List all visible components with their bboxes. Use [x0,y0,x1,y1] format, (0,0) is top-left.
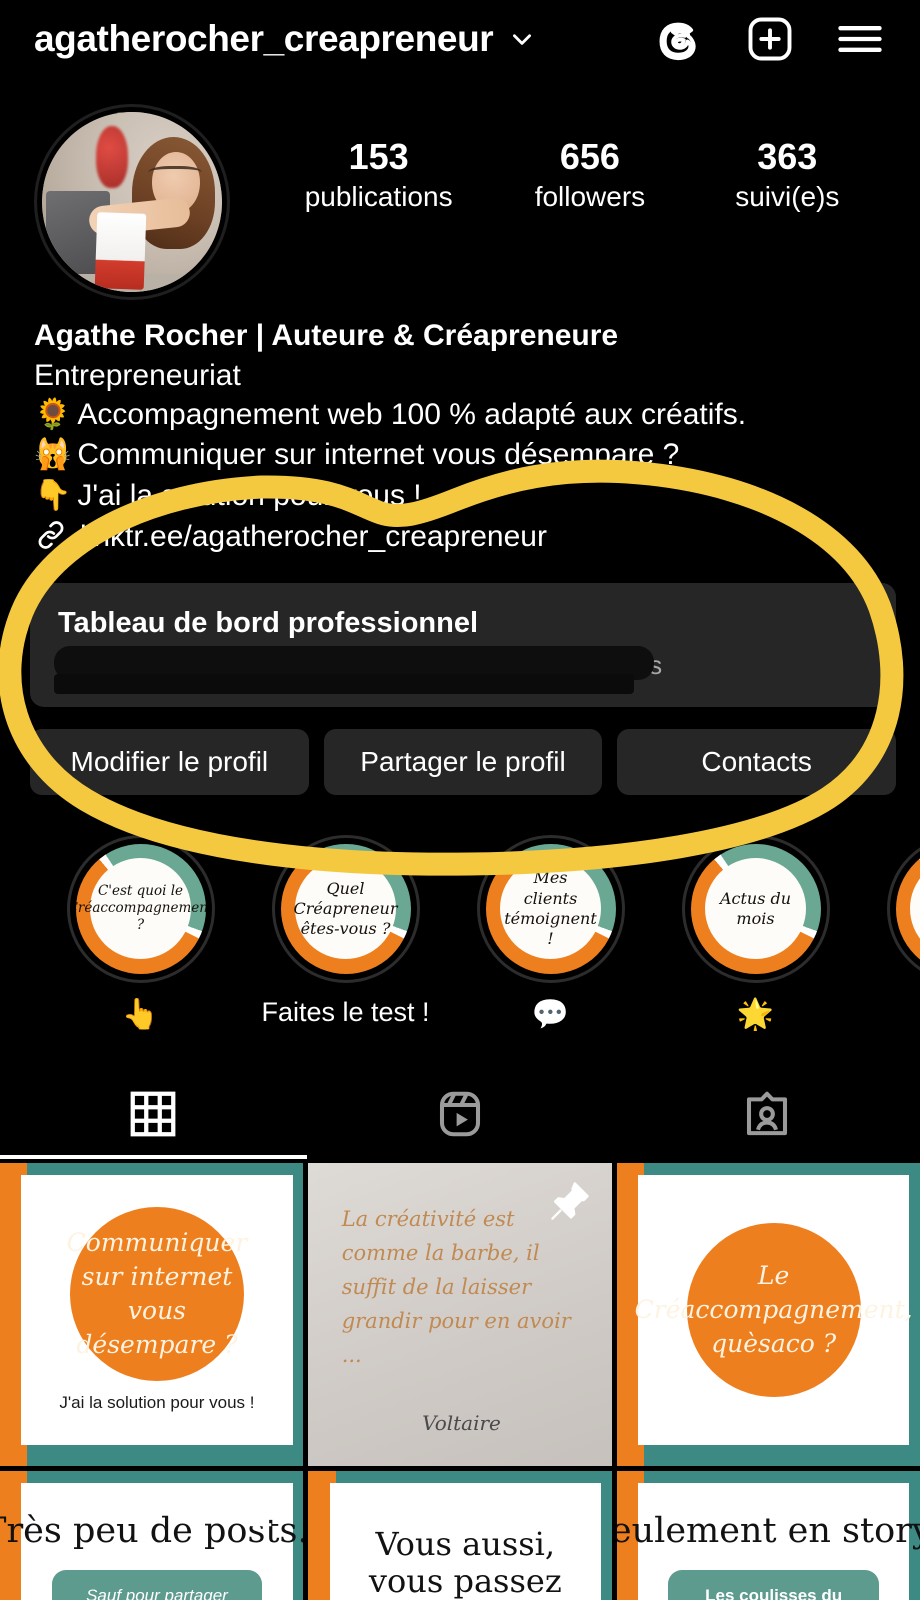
active-tab-indicator [307,1155,614,1159]
pin-icon [856,1178,902,1224]
post-thumbnail[interactable]: Communiquer sur internet vous désempare … [0,1162,304,1467]
professional-dashboard-card[interactable]: Tableau de bord professionnel 265 compte… [30,582,896,707]
stat-label: suivi(e)s [735,180,840,212]
avatar[interactable] [34,104,230,300]
threads-icon[interactable] [654,13,706,65]
highlight-label: Faites le test ! [261,996,430,1027]
redaction-bar-secondary [54,673,634,694]
post-quote-author: Voltaire [422,1410,501,1435]
sunflower-emoji-icon: 🌻 [34,398,72,432]
post-thumbnail[interactable]: Le Créaccompagnement, quèsaco ? [616,1162,920,1467]
highlight-label: 👆 [121,997,160,1031]
highlight-cover[interactable]: C'est quoi le Créaccompagnement ? [66,834,215,983]
stat-value: 363 [757,136,818,177]
tab-reels[interactable] [307,1075,614,1159]
highlight-item[interactable]: Quel Créapreneur êtes-vous ? Faites le t… [243,834,448,1032]
bio-line: 👇 J'ai la solution pour vous ! [34,476,896,516]
highlight-cover[interactable]: Actus du mois [681,834,830,983]
display-name: Agathe Rocher | Auteure & Créapreneure [34,319,619,352]
point-down-emoji-icon: 👇 [34,478,72,512]
link-icon [34,518,68,557]
post-thumbnail[interactable]: Très peu de posts... Sauf pour partager … [0,1471,304,1600]
post-caption-text: J'ai la solution pour vous ! [59,1392,255,1412]
posts-grid: Communiquer sur internet vous désempare … [0,1162,920,1600]
stat-label: followers [534,180,646,212]
profile-summary: 153 publications 656 followers 363 suivi… [0,78,920,300]
bio-line: 🙀 Communiquer sur internet vous désempare… [34,435,896,475]
highlight-cover-text: Mes clients témoignent ! [504,868,597,948]
grid-icon [126,1087,180,1146]
highlight-cover[interactable] [886,834,920,983]
active-tab-indicator [0,1154,307,1159]
profile-category: Entrepreneuriat [34,358,241,392]
profile-tabs [0,1073,920,1159]
post-title-text: Vous aussi, vous passez trop de temps [368,1524,562,1600]
dashboard-title: Tableau de bord professionnel [58,606,479,639]
post-frame: Seulement en story... Les coulisses du C… [616,1471,920,1600]
carousel-icon [241,1489,285,1533]
post-circle-badge: Le Créaccompagnement, quèsaco ? [635,1222,913,1397]
scream-emoji-icon: 🙀 [34,438,72,472]
bio-line-text: Communiquer sur internet vous désempare … [77,438,680,472]
highlight-label: 🌟 [736,997,775,1031]
stat-publications[interactable]: 153 publications [304,136,453,213]
highlight-cover-text: Actus du mois [719,888,792,928]
post-thumbnail[interactable]: Vous aussi, vous passez trop de temps [308,1471,612,1600]
stat-value: 656 [559,136,620,177]
post-thumbnail[interactable]: La créativité est comme la barbe, il suf… [308,1162,612,1467]
stat-value: 153 [348,136,409,177]
plus-square-icon[interactable] [744,13,796,65]
post-quote-text: La créativité est comme la barbe, il suf… [341,1207,571,1368]
highlight-item-partial[interactable] [858,834,920,1032]
profile-stats: 153 publications 656 followers 363 suivi… [230,104,890,213]
dashboard-subtitle: 265 comptes touchés au cours des 30 dern… [54,645,870,694]
share-profile-button[interactable]: Partager le profil [323,728,603,795]
instagram-profile-screen: agatherocher_creapreneur 153 publication… [0,0,920,1600]
highlight-cover[interactable]: Mes clients témoignent ! [476,834,625,983]
account-username: agatherocher_creapreneur [34,18,494,59]
profile-action-buttons: Modifier le profil Partager le profil Co… [0,707,920,795]
tab-tagged[interactable] [613,1075,920,1159]
post-thumbnail[interactable]: Seulement en story... Les coulisses du C… [616,1471,920,1600]
profile-photo [42,112,222,292]
post-circle-badge: Communiquer sur internet vous désempare … [67,1207,247,1381]
post-frame: Vous aussi, vous passez trop de temps [308,1471,612,1600]
header-actions [654,13,894,65]
highlight-cover[interactable]: Quel Créapreneur êtes-vous ? [271,834,420,983]
app-header: agatherocher_creapreneur [0,0,920,78]
profile-bio: Agathe Rocher | Auteure & Créapreneure E… [0,300,920,557]
tab-grid[interactable] [0,1075,307,1159]
chevron-down-icon[interactable] [509,26,535,52]
bio-line: 🌻 Accompagnement web 100 % adapté aux cré… [34,395,896,435]
post-box-text: Sauf pour partager quelques parenthèses … [51,1570,263,1600]
stat-following[interactable]: 363 suivi(e)s [727,136,847,213]
highlight-item[interactable]: C'est quoi le Créaccompagnement ? 👆 [38,834,243,1032]
stat-label: publications [304,180,453,212]
post-circle-text: Le Créaccompagnement, quèsaco ? [634,1260,913,1358]
post-title-text: Seulement en story... [616,1510,920,1551]
contacts-button[interactable]: Contacts [617,728,897,795]
post-box-text: Les coulisses du Créaccompagnement pour [668,1570,879,1600]
active-tab-indicator [613,1155,920,1159]
highlight-item[interactable]: Mes clients témoignent ! 💬 [448,834,653,1032]
bio-link-text[interactable]: linktr.ee/agatherocher_creapreneur [80,520,547,554]
highlight-cover-text: C'est quoi le Créaccompagnement ? [76,883,206,934]
stat-followers[interactable]: 656 followers [530,136,650,213]
highlight-item[interactable]: Actus du mois 🌟 [653,834,858,1032]
story-highlights: C'est quoi le Créaccompagnement ? 👆 Quel… [0,795,920,1032]
pin-icon [239,1178,285,1224]
username-dropdown[interactable]: agatherocher_creapreneur [34,18,654,60]
reels-icon [433,1087,487,1146]
post-circle-text: Communiquer sur internet vous désempare … [66,1227,248,1359]
bio-line-text: Accompagnement web 100 % adapté aux créa… [77,398,747,432]
hamburger-menu-icon[interactable] [834,13,886,65]
pin-icon [547,1178,593,1224]
highlight-cover-text: Quel Créapreneur êtes-vous ? [293,878,398,938]
bio-link-row[interactable]: linktr.ee/agatherocher_creapreneur [34,518,896,557]
bio-line-text: J'ai la solution pour vous ! [77,478,422,512]
edit-profile-button[interactable]: Modifier le profil [30,728,309,795]
highlight-label: 💬 [531,997,570,1031]
tagged-person-icon [740,1087,794,1146]
